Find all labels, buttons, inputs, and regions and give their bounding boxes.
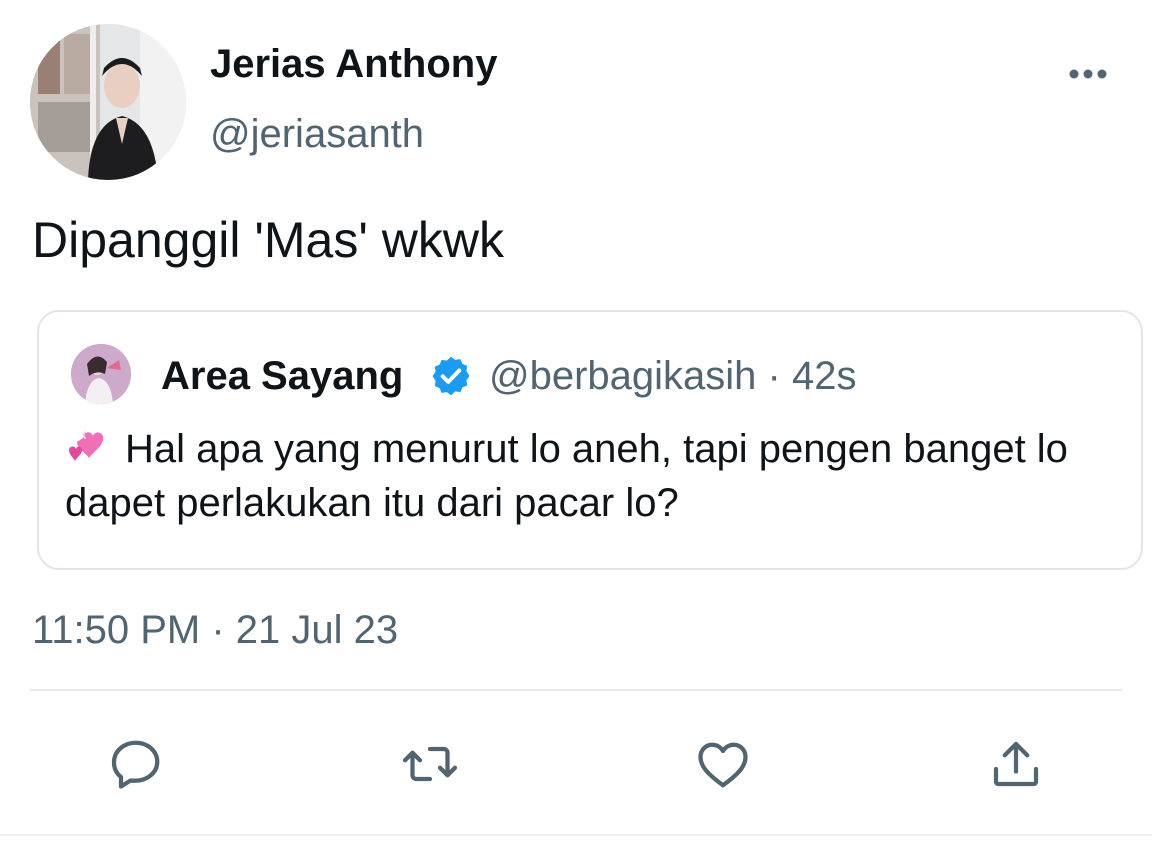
divider	[30, 689, 1122, 691]
quoted-tweet-text-container: Hal apa yang menurut lo aneh, tapi penge…	[65, 422, 1125, 530]
author-avatar-image	[30, 24, 186, 180]
share-button[interactable]	[986, 734, 1046, 794]
more-horizontal-icon	[1069, 69, 1107, 79]
retweet-icon	[402, 746, 458, 782]
quoted-author-display-name[interactable]: Area Sayang	[161, 352, 403, 400]
author-avatar[interactable]	[30, 24, 186, 180]
quoted-handle-and-time: @berbagikasih · 42s	[489, 354, 857, 398]
heart-icon	[698, 742, 748, 788]
retweet-button[interactable]	[400, 734, 460, 794]
quoted-tweet-text: Hal apa yang menurut lo aneh, tapi penge…	[65, 427, 1068, 525]
reply-icon	[111, 740, 160, 789]
bottom-divider	[0, 834, 1152, 836]
revolving-hearts-emoji-icon	[69, 431, 104, 461]
quoted-tweet-card[interactable]: Area Sayang @berbagikasih · 42s Hal apa …	[37, 310, 1143, 570]
author-handle[interactable]: @jeriasanth	[210, 110, 424, 158]
reply-button[interactable]	[106, 734, 166, 794]
tweet-text: Dipanggil 'Mas' wkwk	[32, 212, 505, 268]
quoted-author-avatar[interactable]	[71, 344, 131, 404]
more-options-button[interactable]	[1060, 56, 1116, 92]
quoted-author-avatar-image	[71, 344, 131, 404]
author-display-name[interactable]: Jerias Anthony	[210, 40, 497, 88]
verified-badge-icon	[432, 356, 470, 396]
share-icon	[993, 741, 1039, 787]
like-button[interactable]	[693, 734, 753, 794]
tweet-timestamp[interactable]: 11:50 PM · 21 Jul 23	[32, 606, 398, 654]
